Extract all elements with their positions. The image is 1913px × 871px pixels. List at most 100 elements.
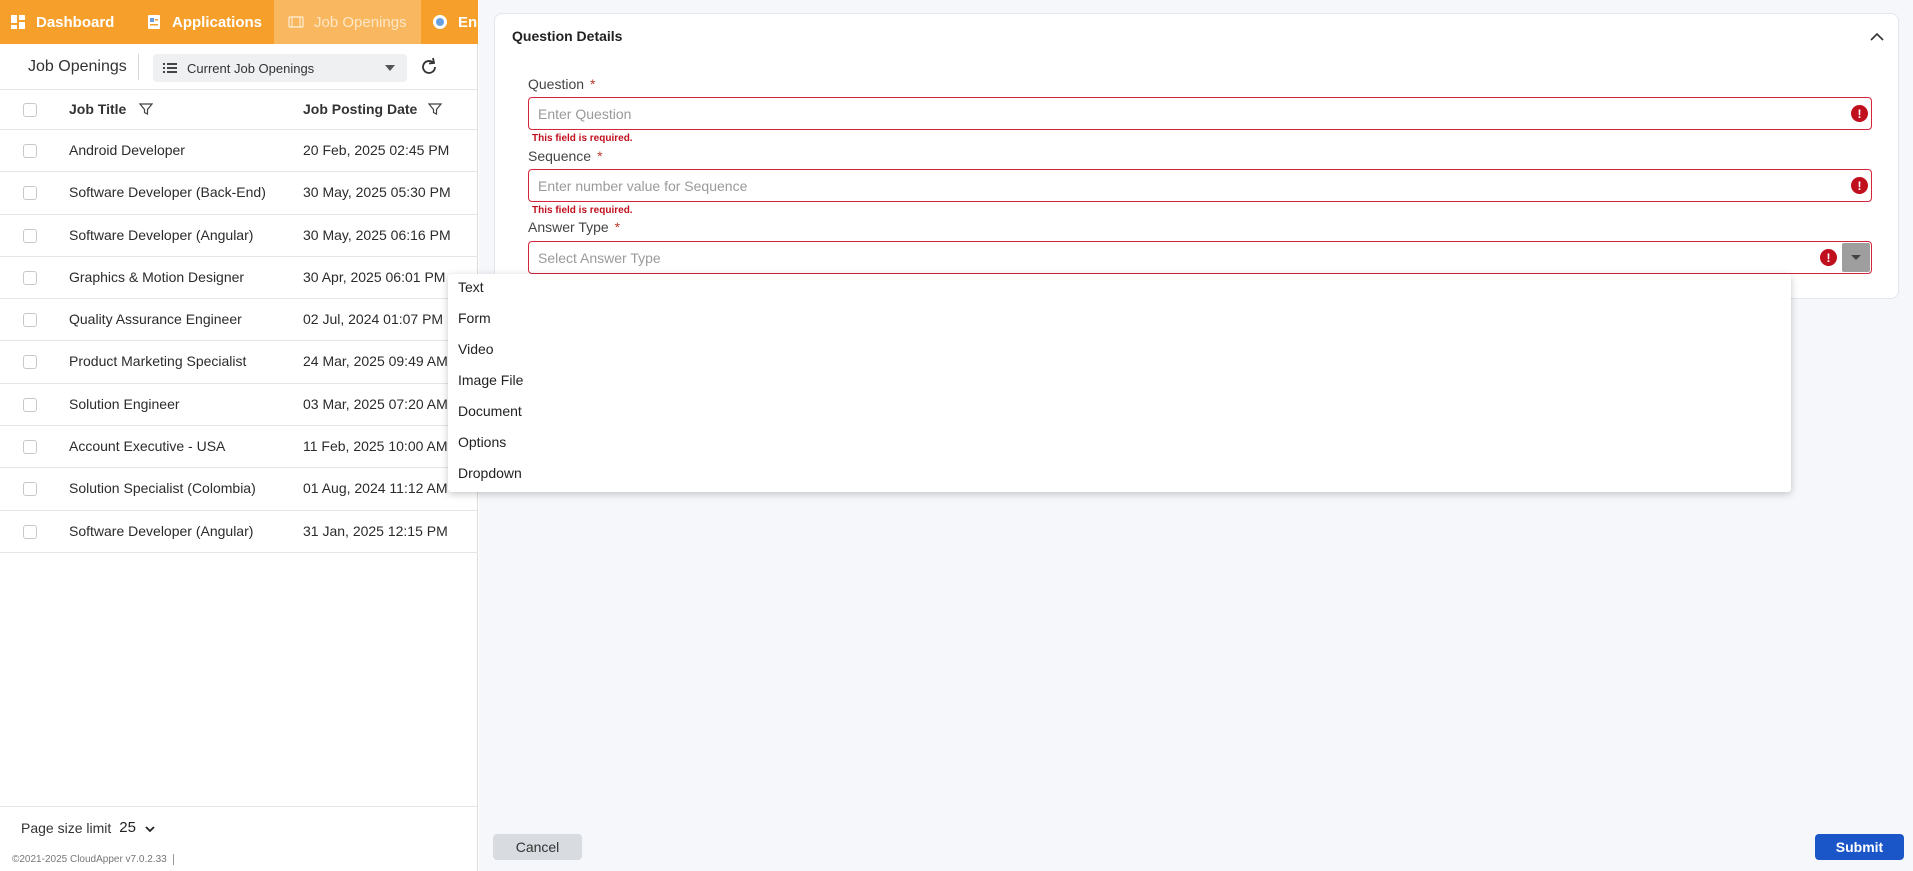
question-label: Question * [528, 76, 596, 92]
page-size-label: Page size limit [21, 819, 112, 836]
row-checkbox[interactable] [23, 186, 37, 201]
job-title-cell[interactable]: Graphics & Motion Designer [69, 269, 244, 285]
sequence-input[interactable]: Enter number value for Sequence ! [528, 169, 1872, 202]
view-selector-label: Current Job Openings [187, 60, 315, 76]
tab-dashboard[interactable]: Dashboard [10, 0, 114, 44]
tab-employees[interactable]: En [432, 0, 477, 44]
job-posting-date-cell: 11 Feb, 2025 10:00 AM [303, 438, 448, 455]
error-icon: ! [1820, 249, 1837, 266]
error-icon: ! [1851, 105, 1868, 122]
job-table-body: Android Developer 20 Feb, 2025 02:45 PM So… [0, 130, 478, 553]
row-checkbox[interactable] [23, 144, 37, 158]
sequence-placeholder: Enter number value for Sequence [538, 177, 748, 194]
page-title: Job Openings [28, 58, 127, 75]
job-title-cell[interactable]: Quality Assurance Engineer [69, 311, 242, 327]
row-checkbox[interactable] [23, 397, 37, 412]
list-footer: Page size limit 25 ©2021-2025 CloudApper… [0, 806, 478, 871]
chevron-down-icon[interactable] [144, 822, 156, 834]
table-row[interactable]: Account Executive - USA 11 Feb, 2025 10:0… [0, 426, 478, 469]
table-row[interactable]: Software Developer (Angular) 31 Jan, 2025… [0, 511, 478, 553]
list-toolbar: Job Openings Current Job Openings [0, 44, 478, 90]
employee-icon [432, 14, 448, 30]
question-error-message: This field is required. [532, 133, 633, 144]
page-size-control: Page size limit 25 [21, 819, 156, 836]
list-icon [163, 61, 177, 75]
page-size-select[interactable]: 25 [119, 819, 136, 836]
job-title-cell[interactable]: Solution Engineer [69, 396, 180, 412]
question-details-card: Question Details Question * Enter Questio… [494, 13, 1899, 299]
chevron-up-icon[interactable] [1868, 28, 1886, 46]
job-posting-date-cell: 24 Mar, 2025 09:49 AM [303, 353, 448, 370]
table-row[interactable]: Product Marketing Specialist 24 Mar, 2025… [0, 341, 478, 384]
job-title-cell[interactable]: Solution Specialist (Colombia) [69, 480, 256, 496]
row-checkbox[interactable] [23, 313, 37, 328]
cancel-button[interactable]: Cancel [493, 834, 582, 860]
job-title-cell[interactable]: Software Developer (Back-End) [69, 184, 266, 200]
section-title: Question Details [512, 28, 623, 44]
required-marker: * [614, 219, 621, 235]
job-openings-icon [288, 14, 304, 30]
dropdown-option[interactable]: Dropdown [458, 465, 522, 481]
sequence-label: Sequence * [528, 148, 603, 164]
job-posting-date-cell: 01 Aug, 2024 11:12 AM [303, 480, 448, 497]
column-header-job-posting-date[interactable]: Job Posting Date [303, 101, 417, 117]
dropdown-option[interactable]: Options [458, 434, 506, 450]
table-row[interactable]: Android Developer 20 Feb, 2025 02:45 PM [0, 130, 478, 173]
column-header-job-title[interactable]: Job Title [69, 101, 126, 117]
top-nav-bar: Dashboard Applications Job Openings En [0, 0, 478, 44]
job-title-cell[interactable]: Android Developer [69, 142, 185, 158]
table-row[interactable]: Quality Assurance Engineer 02 Jul, 2024 0… [0, 299, 478, 342]
dropdown-option[interactable]: Document [458, 403, 522, 419]
table-row[interactable]: Graphics & Motion Designer 30 Apr, 2025 0… [0, 257, 478, 300]
table-row[interactable]: Solution Engineer 03 Mar, 2025 07:20 AM [0, 384, 478, 427]
table-row[interactable]: Software Developer (Angular) 30 May, 2025… [0, 215, 478, 257]
row-checkbox[interactable] [23, 482, 37, 497]
table-row[interactable]: Software Developer (Back-End) 30 May, 202… [0, 172, 478, 215]
tab-applications[interactable]: Applications [146, 0, 262, 44]
select-all-checkbox[interactable] [23, 103, 37, 117]
tab-applications-label: Applications [172, 13, 263, 31]
dropdown-option[interactable]: Video [458, 341, 494, 357]
copyright-label: ©2021-2025 CloudApper v7.0.2.33 [12, 854, 167, 866]
dropdown-option[interactable]: Text [458, 279, 484, 295]
divider [172, 854, 174, 865]
dropdown-toggle-button[interactable] [1842, 243, 1870, 272]
dropdown-option[interactable]: Form [458, 310, 491, 326]
answer-type-placeholder: Select Answer Type [538, 249, 661, 266]
required-marker: * [590, 76, 596, 92]
error-icon: ! [1851, 177, 1868, 194]
table-header: Job Title Job Posting Date [0, 90, 478, 130]
applications-icon [146, 14, 162, 30]
row-checkbox[interactable] [23, 355, 37, 370]
refresh-icon[interactable] [418, 56, 440, 78]
job-posting-date-cell: 30 May, 2025 05:30 PM [303, 184, 451, 201]
submit-button[interactable]: Submit [1815, 834, 1904, 860]
job-posting-date-cell: 30 May, 2025 06:16 PM [303, 226, 451, 243]
job-title-cell[interactable]: Software Developer (Angular) [69, 227, 253, 243]
view-selector[interactable]: Current Job Openings [153, 54, 407, 82]
job-posting-date-cell: 30 Apr, 2025 06:01 PM [303, 268, 446, 285]
question-input[interactable]: Enter Question ! [528, 97, 1872, 130]
row-checkbox[interactable] [23, 270, 37, 285]
row-checkbox[interactable] [23, 228, 37, 243]
job-title-cell[interactable]: Account Executive - USA [69, 438, 225, 454]
job-openings-pane: Dashboard Applications Job Openings En J… [0, 0, 478, 871]
answer-type-label: Answer Type * [528, 219, 620, 235]
tab-job-openings-label: Job Openings [314, 13, 407, 31]
tab-dashboard-label: Dashboard [36, 13, 115, 31]
tab-job-openings[interactable]: Job Openings [274, 0, 421, 44]
sequence-label-text: Sequence [528, 148, 592, 164]
sequence-error-message: This field is required. [532, 205, 633, 216]
job-posting-date-cell: 31 Jan, 2025 12:15 PM [303, 522, 448, 539]
filter-icon[interactable] [427, 102, 443, 116]
dropdown-option[interactable]: Image File [458, 372, 523, 388]
table-row[interactable]: Solution Specialist (Colombia) 01 Aug, 20… [0, 468, 478, 511]
row-checkbox[interactable] [23, 440, 37, 455]
job-title-cell[interactable]: Software Developer (Angular) [69, 523, 253, 539]
answer-type-select[interactable]: Select Answer Type ! [528, 241, 1872, 274]
filter-icon[interactable] [138, 102, 154, 116]
row-checkbox[interactable] [23, 524, 37, 539]
answer-type-label-text: Answer Type [528, 219, 609, 235]
job-title-cell[interactable]: Product Marketing Specialist [69, 353, 246, 369]
job-posting-date-cell: 02 Jul, 2024 01:07 PM [303, 311, 444, 328]
